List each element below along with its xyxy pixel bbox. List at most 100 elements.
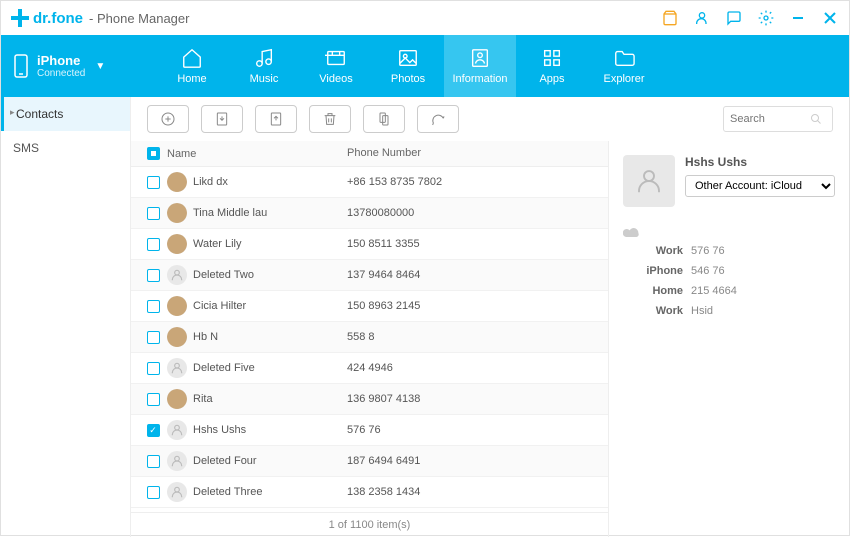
sidebar-item-contacts[interactable]: Contacts [1, 97, 130, 131]
avatar [167, 451, 187, 471]
contact-name: Likd dx [193, 176, 228, 188]
contact-phone: 187 6494 6491 [347, 455, 600, 467]
field-value: Hsid [691, 305, 713, 317]
row-checkbox[interactable] [147, 176, 160, 189]
nav-apps[interactable]: Apps [516, 35, 588, 97]
search-icon [810, 113, 822, 125]
row-checkbox[interactable] [147, 455, 160, 468]
table-row[interactable]: Deleted Four187 6494 6491 [131, 446, 608, 477]
row-checkbox[interactable] [147, 269, 160, 282]
add-button[interactable] [147, 105, 189, 133]
table-footer: 1 of 1100 item(s) [131, 512, 608, 537]
device-name: iPhone [37, 53, 85, 68]
row-checkbox[interactable] [147, 331, 160, 344]
titlebar: dr.fone - Phone Manager [1, 1, 849, 35]
sidebar: ContactsSMS [1, 97, 131, 537]
refresh-button[interactable] [417, 105, 459, 133]
select-all-checkbox[interactable] [147, 147, 160, 160]
contact-phone: 137 9464 8464 [347, 269, 600, 281]
detail-name: Hshs Ushs [685, 155, 835, 169]
row-checkbox[interactable] [147, 393, 160, 406]
avatar [167, 234, 187, 254]
detail-avatar [623, 155, 675, 207]
import-button[interactable] [201, 105, 243, 133]
table-row[interactable]: Deleted Two 137 9464 8464 [131, 260, 608, 291]
detail-panel: Hshs Ushs Other Account: iCloud Work 576 … [609, 141, 849, 537]
table-row[interactable]: Likd dx+86 153 8735 7802 [131, 167, 608, 198]
search-box[interactable] [723, 106, 833, 132]
field-label: iPhone [623, 265, 683, 277]
column-name[interactable]: Name [167, 147, 347, 160]
nav-home[interactable]: Home [156, 35, 228, 97]
table-row[interactable]: Tina Middle lau 13780080000 [131, 198, 608, 229]
detail-field: Work Hsid [623, 305, 835, 317]
avatar [167, 420, 187, 440]
nav-information[interactable]: Information [444, 35, 516, 97]
contact-phone: 13780080000 [347, 207, 600, 219]
column-phone[interactable]: Phone Number [347, 147, 600, 160]
contact-name: Hb N [193, 331, 218, 343]
contact-phone: 138 2358 1434 [347, 486, 600, 498]
cart-icon[interactable] [661, 9, 679, 27]
device-selector[interactable]: iPhone Connected ▼ [1, 35, 156, 97]
field-value: 546 76 [691, 265, 725, 277]
contact-phone: 136 9807 4138 [347, 393, 600, 405]
table-row[interactable]: Deleted Three 138 2358 1434 [131, 477, 608, 508]
search-input[interactable] [730, 113, 810, 125]
field-label: Work [623, 305, 683, 317]
field-value: 576 76 [691, 245, 725, 257]
cloud-icon [623, 225, 835, 237]
contact-phone: 576 76 [347, 424, 600, 436]
nav-photos[interactable]: Photos [372, 35, 444, 97]
row-checkbox[interactable] [147, 362, 160, 375]
table-row[interactable]: Hshs Ushs576 76 [131, 415, 608, 446]
avatar [167, 482, 187, 502]
table-row[interactable]: Rita 136 9807 4138 [131, 384, 608, 415]
delete-button[interactable] [309, 105, 351, 133]
contact-name: Deleted Five [193, 362, 255, 374]
row-checkbox[interactable] [147, 424, 160, 437]
avatar [167, 265, 187, 285]
nav-videos[interactable]: Videos [300, 35, 372, 97]
message-icon[interactable] [725, 9, 743, 27]
table-row[interactable]: Water Lily150 8511 3355 [131, 229, 608, 260]
avatar [167, 172, 187, 192]
minimize-icon[interactable] [789, 9, 807, 27]
account-select[interactable]: Other Account: iCloud [685, 175, 835, 197]
contact-phone: 150 8963 2145 [347, 300, 600, 312]
app-subtitle: - Phone Manager [89, 11, 189, 26]
contact-name: Rita [193, 393, 213, 405]
table-row[interactable]: Hb N558 8 [131, 322, 608, 353]
transfer-button[interactable] [363, 105, 405, 133]
device-status: Connected [37, 68, 85, 79]
chevron-down-icon: ▼ [95, 61, 105, 72]
toolbar [131, 97, 849, 141]
nav-music[interactable]: Music [228, 35, 300, 97]
row-checkbox[interactable] [147, 207, 160, 220]
contact-name: Deleted Three [193, 486, 263, 498]
navbar: iPhone Connected ▼ HomeMusicVideosPhotos… [1, 35, 849, 97]
contact-name: Cicia Hilter [193, 300, 246, 312]
table-row[interactable]: Cicia Hilter 150 8963 2145 [131, 291, 608, 322]
row-checkbox[interactable] [147, 300, 160, 313]
nav-explorer[interactable]: Explorer [588, 35, 660, 97]
information-icon [469, 47, 491, 69]
user-icon[interactable] [693, 9, 711, 27]
contacts-table: Name Phone Number Likd dx+86 153 8735 78… [131, 141, 609, 537]
contact-name: Tina Middle lau [193, 207, 267, 219]
music-icon [253, 47, 275, 69]
explorer-icon [613, 47, 635, 69]
settings-icon[interactable] [757, 9, 775, 27]
contact-name: Deleted Two [193, 269, 254, 281]
detail-field: Home215 4664 [623, 285, 835, 297]
apps-icon [541, 47, 563, 69]
home-icon [181, 47, 203, 69]
row-checkbox[interactable] [147, 486, 160, 499]
export-button[interactable] [255, 105, 297, 133]
logo-icon [11, 9, 29, 27]
table-row[interactable]: Deleted Five424 4946 [131, 353, 608, 384]
sidebar-item-sms[interactable]: SMS [1, 131, 130, 165]
row-checkbox[interactable] [147, 238, 160, 251]
field-label: Work [623, 245, 683, 257]
close-icon[interactable] [821, 9, 839, 27]
